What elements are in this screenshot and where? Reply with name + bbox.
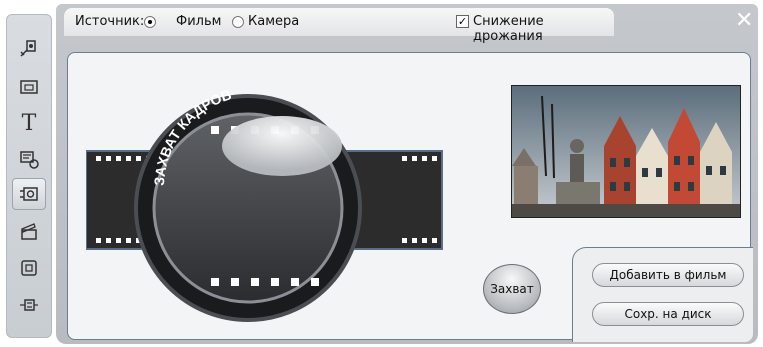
lens-glare xyxy=(222,116,342,176)
close-icon[interactable]: ✕ xyxy=(735,10,753,32)
source-toolbar: Источник: Фильм Камера ✓ Снижение дрожан… xyxy=(64,8,614,44)
source-label: Источник: xyxy=(75,14,145,29)
captured-frame-preview xyxy=(511,85,741,218)
camera-radio[interactable] xyxy=(232,16,244,28)
stop-motion-icon xyxy=(21,260,37,276)
video-effects-button[interactable] xyxy=(12,33,46,65)
transition-button[interactable] xyxy=(12,71,46,103)
captured-frame-image xyxy=(512,86,740,217)
add-to-movie-button[interactable]: Добавить в фильм xyxy=(592,263,744,287)
button-tray xyxy=(572,247,753,342)
stabilize-checkbox[interactable]: ✓ xyxy=(456,15,469,28)
subtitle-icon xyxy=(20,151,39,169)
capture-frame-icon xyxy=(20,187,38,201)
capture-frame-button[interactable] xyxy=(12,178,46,210)
frame-capture-artwork: ЗАХВАТ КАДРОВ xyxy=(86,86,443,322)
title-button[interactable]: T xyxy=(12,107,46,139)
clapper-icon xyxy=(21,223,37,240)
plugin-icon xyxy=(20,299,38,311)
subtitle-button[interactable] xyxy=(12,143,46,175)
clapper-button[interactable] xyxy=(12,215,46,247)
video-effects-icon xyxy=(20,40,36,57)
sidebar: T xyxy=(6,14,52,338)
plugin-button[interactable] xyxy=(12,289,46,321)
film-radio-label[interactable]: Фильм xyxy=(176,14,221,29)
title-icon: T xyxy=(21,110,37,136)
save-to-disk-button[interactable]: Сохр. на диск xyxy=(592,302,744,326)
capture-button[interactable]: Захват xyxy=(483,264,541,314)
stop-motion-button[interactable] xyxy=(12,252,46,284)
camera-radio-label[interactable]: Камера xyxy=(248,14,299,29)
transition-icon xyxy=(20,80,38,94)
stabilize-label[interactable]: Снижение дрожания xyxy=(473,14,614,44)
film-radio[interactable] xyxy=(144,16,156,28)
